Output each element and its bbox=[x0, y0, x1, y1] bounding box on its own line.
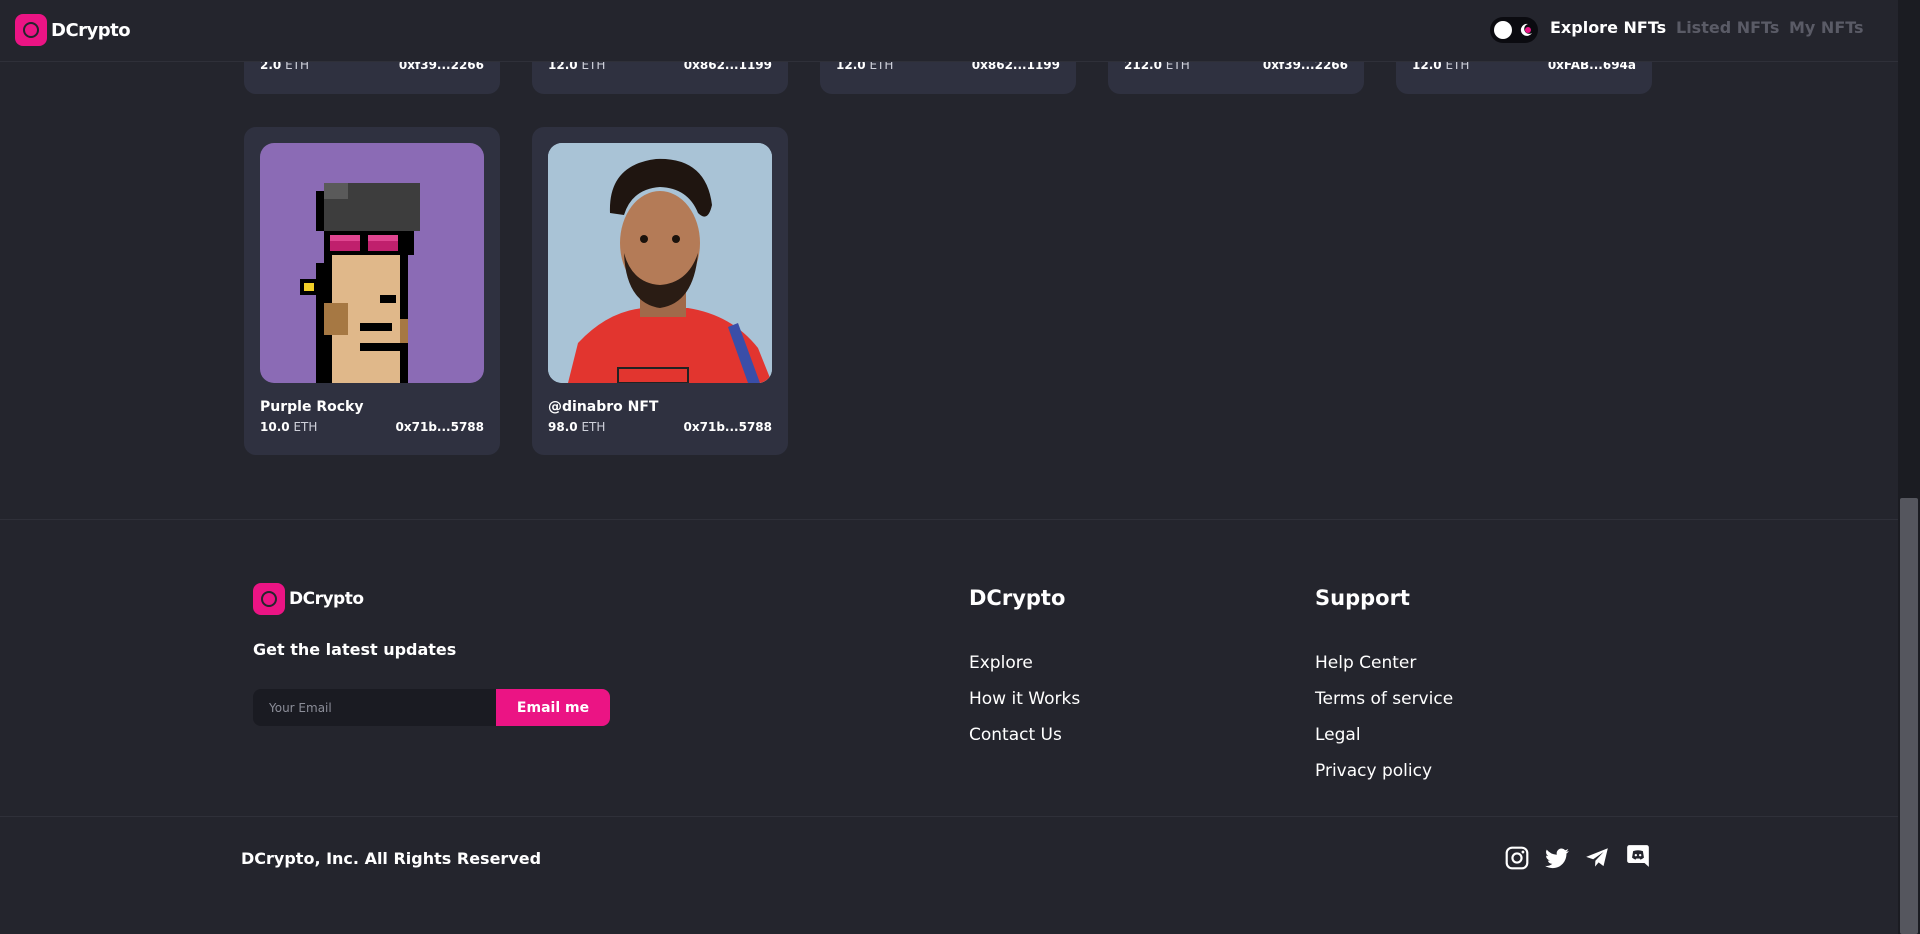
footer-brand-name: DCrypto bbox=[289, 589, 364, 609]
theme-toggle[interactable] bbox=[1490, 17, 1538, 43]
card-title: Purple Rocky bbox=[260, 399, 364, 415]
footer-link-explore[interactable]: Explore bbox=[969, 653, 1033, 673]
footer-link-how-it-works[interactable]: How it Works bbox=[969, 689, 1080, 709]
email-me-button[interactable]: Email me bbox=[496, 689, 610, 726]
subscribe-title: Get the latest updates bbox=[253, 640, 457, 659]
logo-icon bbox=[253, 583, 285, 615]
scrollbar-thumb[interactable] bbox=[1900, 498, 1918, 934]
footer-link-privacy[interactable]: Privacy policy bbox=[1315, 761, 1432, 781]
footer-link-contact-us[interactable]: Contact Us bbox=[969, 725, 1062, 745]
brand-logo[interactable]: DCrypto bbox=[15, 14, 131, 46]
brand-name: DCrypto bbox=[51, 19, 131, 41]
email-input[interactable] bbox=[253, 689, 496, 726]
footer-col-support-title: Support bbox=[1315, 586, 1410, 610]
footer-divider-top bbox=[0, 519, 1898, 520]
footer-link-help-center[interactable]: Help Center bbox=[1315, 653, 1416, 673]
footer-link-terms[interactable]: Terms of service bbox=[1315, 689, 1453, 709]
card-price: 98.0 ETH bbox=[548, 420, 606, 434]
top-navbar: DCrypto Explore NFTs Listed NFTs My NFTs bbox=[0, 0, 1898, 62]
nav-my-nfts[interactable]: My NFTs bbox=[1789, 18, 1864, 37]
footer-link-legal[interactable]: Legal bbox=[1315, 725, 1361, 745]
footer-brand[interactable]: DCrypto bbox=[253, 583, 364, 615]
nft-image-portrait bbox=[548, 143, 772, 383]
toggle-knob bbox=[1494, 21, 1512, 39]
nft-card-purple-rocky[interactable]: Purple Rocky 10.0 ETH 0x71b...5788 bbox=[244, 127, 500, 455]
footer-divider-bottom bbox=[0, 816, 1898, 817]
nft-image-pixel-art bbox=[260, 143, 484, 383]
discord-icon[interactable] bbox=[1625, 843, 1651, 869]
instagram-icon[interactable] bbox=[1504, 845, 1530, 871]
nft-card-dinabro[interactable]: @dinabro NFT 98.0 ETH 0x71b...5788 bbox=[532, 127, 788, 455]
email-subscribe-form: Email me bbox=[253, 689, 610, 726]
logo-icon bbox=[15, 14, 47, 46]
nav-explore-nfts[interactable]: Explore NFTs bbox=[1550, 18, 1666, 37]
copyright-text: DCrypto, Inc. All Rights Reserved bbox=[241, 849, 542, 868]
moon-icon bbox=[1520, 23, 1532, 36]
card-title: @dinabro NFT bbox=[548, 399, 659, 415]
telegram-icon[interactable] bbox=[1584, 845, 1610, 871]
card-price: 10.0 ETH bbox=[260, 420, 318, 434]
twitter-icon[interactable] bbox=[1544, 845, 1570, 871]
card-owner-address: 0x71b...5788 bbox=[683, 420, 772, 434]
nav-listed-nfts[interactable]: Listed NFTs bbox=[1676, 18, 1779, 37]
card-owner-address: 0x71b...5788 bbox=[395, 420, 484, 434]
footer-col-dcrypto-title: DCrypto bbox=[969, 586, 1066, 610]
